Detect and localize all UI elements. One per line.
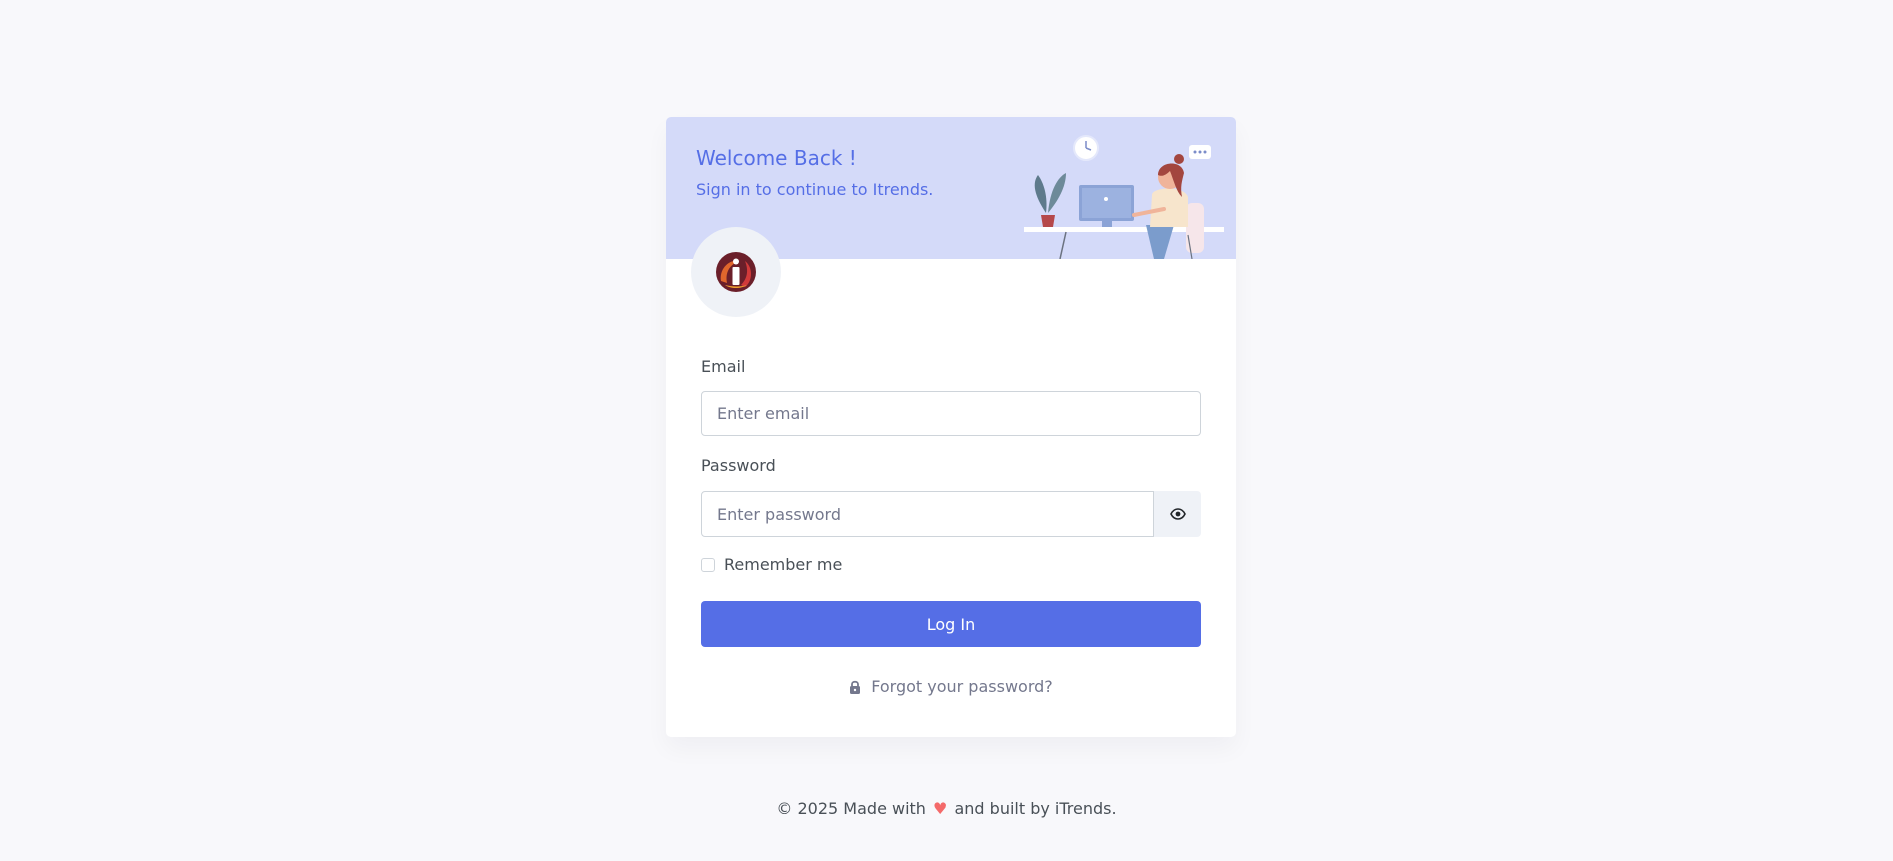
itrends-logo-icon bbox=[716, 252, 756, 292]
forgot-password-link[interactable]: Forgot your password? bbox=[701, 677, 1201, 696]
forgot-password-label: Forgot your password? bbox=[871, 677, 1053, 696]
password-label: Password bbox=[701, 456, 776, 475]
heart-icon: ♥ bbox=[933, 799, 948, 818]
remember-me-label[interactable]: Remember me bbox=[724, 555, 842, 574]
remember-me-checkbox[interactable] bbox=[701, 557, 715, 572]
lock-icon bbox=[849, 680, 861, 694]
email-field[interactable] bbox=[701, 391, 1201, 436]
office-illustration bbox=[1024, 135, 1224, 259]
show-password-button[interactable] bbox=[1154, 491, 1201, 537]
welcome-subtitle: Sign in to continue to Itrends. bbox=[696, 180, 934, 199]
email-label: Email bbox=[701, 357, 746, 376]
logo-avatar bbox=[691, 227, 781, 317]
password-input-group bbox=[701, 491, 1201, 537]
remember-me-row: Remember me bbox=[701, 555, 842, 574]
password-field[interactable] bbox=[701, 491, 1154, 537]
welcome-title: Welcome Back ! bbox=[696, 146, 857, 170]
footer-suffix: and built by iTrends. bbox=[954, 799, 1117, 818]
login-card: Welcome Back ! Sign in to continue to It… bbox=[666, 117, 1236, 737]
footer: © 2025 Made with ♥ and built by iTrends. bbox=[0, 799, 1893, 818]
login-button[interactable]: Log In bbox=[701, 601, 1201, 647]
footer-prefix: © 2025 Made with bbox=[776, 799, 926, 818]
eye-icon bbox=[1169, 508, 1186, 520]
